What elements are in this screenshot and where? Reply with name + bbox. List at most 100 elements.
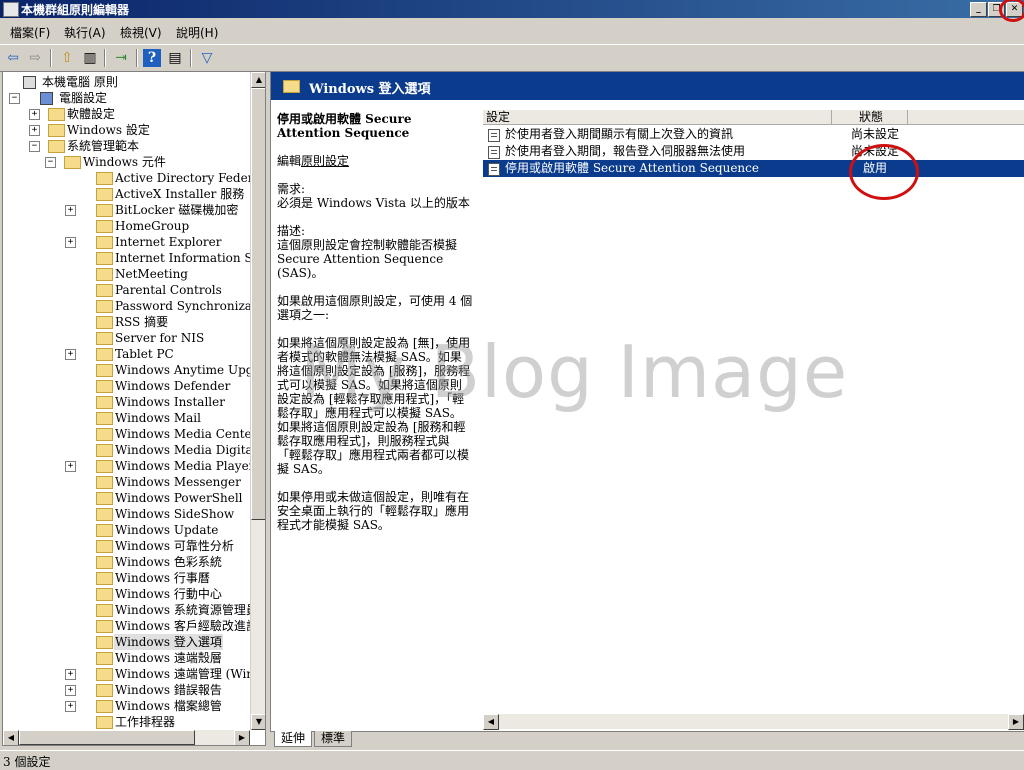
tree-item[interactable]: Windows Anytime Upgrade bbox=[3, 362, 265, 378]
list-item[interactable]: 於使用者登入期間顯示有關上次登入的資訊 尚未設定 bbox=[483, 126, 1024, 143]
scroll-right-arrow-icon[interactable]: ▶ bbox=[234, 730, 250, 745]
expand-icon[interactable]: + bbox=[65, 349, 76, 360]
scroll-right-arrow-icon[interactable]: ▶ bbox=[1008, 714, 1024, 730]
folder-icon bbox=[96, 364, 113, 377]
tree-item[interactable]: HomeGroup bbox=[3, 218, 250, 234]
tree-item[interactable]: − 系統管理範本 bbox=[3, 138, 250, 154]
tree-vertical-scrollbar[interactable]: ▲ ▼ bbox=[250, 72, 265, 730]
tree-item[interactable]: + Internet Explorer bbox=[3, 234, 250, 250]
list-item[interactable]: 於使用者登入期間，報告登入伺服器無法使用 尚未設定 bbox=[483, 143, 1024, 160]
tree-item[interactable]: Internet Information Services bbox=[3, 250, 265, 266]
up-folder-icon[interactable]: ⇧ bbox=[58, 49, 76, 67]
tree-item[interactable]: − Windows 元件 bbox=[3, 154, 250, 170]
list-header: 設定 狀態 bbox=[483, 110, 1024, 125]
tree-item[interactable]: Windows 色彩系統 bbox=[3, 554, 250, 570]
menu-action[interactable]: 執行(A) bbox=[64, 24, 106, 41]
tree-item[interactable]: Windows Update bbox=[3, 522, 250, 538]
menu-file[interactable]: 檔案(F) bbox=[10, 24, 50, 41]
tree-item[interactable]: Windows 行事曆 bbox=[3, 570, 250, 586]
tree-item-label: Windows Messenger bbox=[115, 475, 241, 489]
tree-item[interactable]: Windows 客戶經驗改進計畫 bbox=[3, 618, 265, 634]
tree-item[interactable]: 本機電腦 原則 bbox=[3, 74, 250, 90]
scroll-down-arrow-icon[interactable]: ▼ bbox=[251, 714, 265, 730]
help-icon[interactable]: ? bbox=[143, 49, 161, 67]
extended-description: 停用或啟用軟體 Secure Attention Sequence 編輯原則設定… bbox=[277, 112, 473, 546]
scroll-thumb[interactable] bbox=[19, 730, 195, 745]
folder-icon bbox=[96, 204, 113, 217]
tree-item[interactable]: Windows Mail bbox=[3, 410, 250, 426]
tree-item[interactable]: Windows PowerShell bbox=[3, 490, 250, 506]
tree-item[interactable]: Windows 行動中心 bbox=[3, 586, 250, 602]
scroll-thumb[interactable] bbox=[251, 88, 265, 520]
expand-icon[interactable]: + bbox=[65, 461, 76, 472]
folder-icon bbox=[96, 476, 113, 489]
tree-item[interactable]: Windows Media Center bbox=[3, 426, 257, 442]
scroll-left-arrow-icon[interactable]: ◀ bbox=[3, 730, 19, 745]
tree-item[interactable]: Windows 系統資源管理員 bbox=[3, 602, 258, 618]
tree-item[interactable]: Windows 遠端殼層 bbox=[3, 650, 250, 666]
collapse-icon[interactable]: − bbox=[29, 141, 40, 152]
tab-extended[interactable]: 延伸 bbox=[274, 731, 313, 747]
tree-item[interactable]: Windows 登入選項 bbox=[3, 634, 250, 650]
tree-horizontal-scrollbar[interactable]: ◀ ▶ bbox=[3, 730, 250, 745]
column-header-status[interactable]: 狀態 bbox=[832, 110, 908, 124]
expand-icon[interactable]: + bbox=[29, 109, 40, 120]
tree-item[interactable]: Server for NIS bbox=[3, 330, 250, 346]
tree-item[interactable]: + Windows 檔案總管 bbox=[3, 698, 250, 714]
tree-item[interactable]: + 軟體設定 bbox=[3, 106, 250, 122]
tree-item[interactable]: NetMeeting bbox=[3, 266, 250, 282]
tree-item[interactable]: + BitLocker 磁碟機加密 bbox=[3, 202, 250, 218]
tree-item[interactable]: Windows Messenger bbox=[3, 474, 250, 490]
tree-item[interactable]: − 電腦設定 bbox=[3, 90, 250, 106]
tree-item[interactable]: Windows 可靠性分析 bbox=[3, 538, 250, 554]
collapse-icon[interactable]: − bbox=[45, 157, 56, 168]
menu-view[interactable]: 檢視(V) bbox=[120, 24, 162, 41]
tree-item[interactable]: + Windows 設定 bbox=[3, 122, 250, 138]
tree-item[interactable]: + Windows 遠端管理 (WinRM) bbox=[3, 666, 265, 682]
minimize-button[interactable]: _ bbox=[970, 2, 987, 17]
details-header-title: Windows 登入選項 bbox=[309, 82, 431, 97]
setting-name: 於使用者登入期間顯示有關上次登入的資訊 bbox=[505, 127, 734, 141]
tree-item[interactable]: RSS 摘要 bbox=[3, 314, 250, 330]
list-horizontal-scrollbar[interactable]: ◀ ▶ bbox=[483, 714, 1024, 730]
tree-item[interactable]: Password Synchronization bbox=[3, 298, 265, 314]
tab-standard[interactable]: 標準 bbox=[314, 731, 353, 747]
folder-icon bbox=[96, 172, 113, 185]
show-hide-tree-icon[interactable]: ▥ bbox=[81, 49, 99, 67]
tree-pane[interactable]: 本機電腦 原則 − 電腦設定 + 軟體設定 + Windows 設定 − 系統管理範本 − Wind… bbox=[2, 71, 266, 746]
column-header-setting[interactable]: 設定 bbox=[483, 110, 832, 124]
tree-item[interactable]: + Windows 錯誤報告 bbox=[3, 682, 250, 698]
export-list-icon[interactable]: ⇥ bbox=[112, 49, 130, 67]
menu-help[interactable]: 說明(H) bbox=[176, 24, 218, 41]
expand-icon[interactable]: + bbox=[29, 125, 40, 136]
tree-item[interactable]: 工作排程器 bbox=[3, 714, 250, 730]
tree-item[interactable]: Windows Media Digital Rights bbox=[3, 442, 265, 458]
scroll-left-arrow-icon[interactable]: ◀ bbox=[483, 714, 499, 730]
back-icon[interactable]: ⇦ bbox=[4, 49, 22, 67]
expand-icon[interactable]: + bbox=[65, 237, 76, 248]
edit-policy-link[interactable]: 原則設定 bbox=[301, 154, 349, 168]
settings-list: 設定 狀態 於使用者登入期間顯示有關上次登入的資訊 尚未設定 於使用者登入期間，報告… bbox=[483, 100, 1024, 731]
expand-icon[interactable]: + bbox=[65, 701, 76, 712]
collapse-icon[interactable]: − bbox=[9, 93, 20, 104]
tree-item-label: Windows Update bbox=[115, 523, 219, 537]
tree-item-label: Windows SideShow bbox=[115, 507, 235, 521]
expand-icon[interactable]: + bbox=[65, 669, 76, 680]
properties-icon[interactable]: ▤ bbox=[166, 49, 184, 67]
tree-item-label: Active Directory Federation Ser bbox=[115, 171, 265, 185]
tree-item[interactable]: + Windows Media Player bbox=[3, 458, 254, 474]
forward-icon[interactable]: ⇨ bbox=[26, 49, 44, 67]
filter-icon[interactable]: ▽ bbox=[198, 49, 216, 67]
tree-item[interactable]: Windows Defender bbox=[3, 378, 250, 394]
tree-item[interactable]: Parental Controls bbox=[3, 282, 250, 298]
tree-item[interactable]: + Tablet PC bbox=[3, 346, 250, 362]
tree-item[interactable]: Active Directory Federation Ser bbox=[3, 170, 265, 186]
tree-item[interactable]: Windows Installer bbox=[3, 394, 250, 410]
tree-item[interactable]: ActiveX Installer 服務 bbox=[3, 186, 250, 202]
scroll-up-arrow-icon[interactable]: ▲ bbox=[251, 72, 265, 88]
expand-icon[interactable]: + bbox=[65, 685, 76, 696]
expand-icon[interactable]: + bbox=[65, 205, 76, 216]
folder-icon bbox=[48, 124, 65, 137]
list-item[interactable]: 停用或啟用軟體 Secure Attention Sequence 啟用 bbox=[483, 160, 1024, 177]
tree-item[interactable]: Windows SideShow bbox=[3, 506, 250, 522]
